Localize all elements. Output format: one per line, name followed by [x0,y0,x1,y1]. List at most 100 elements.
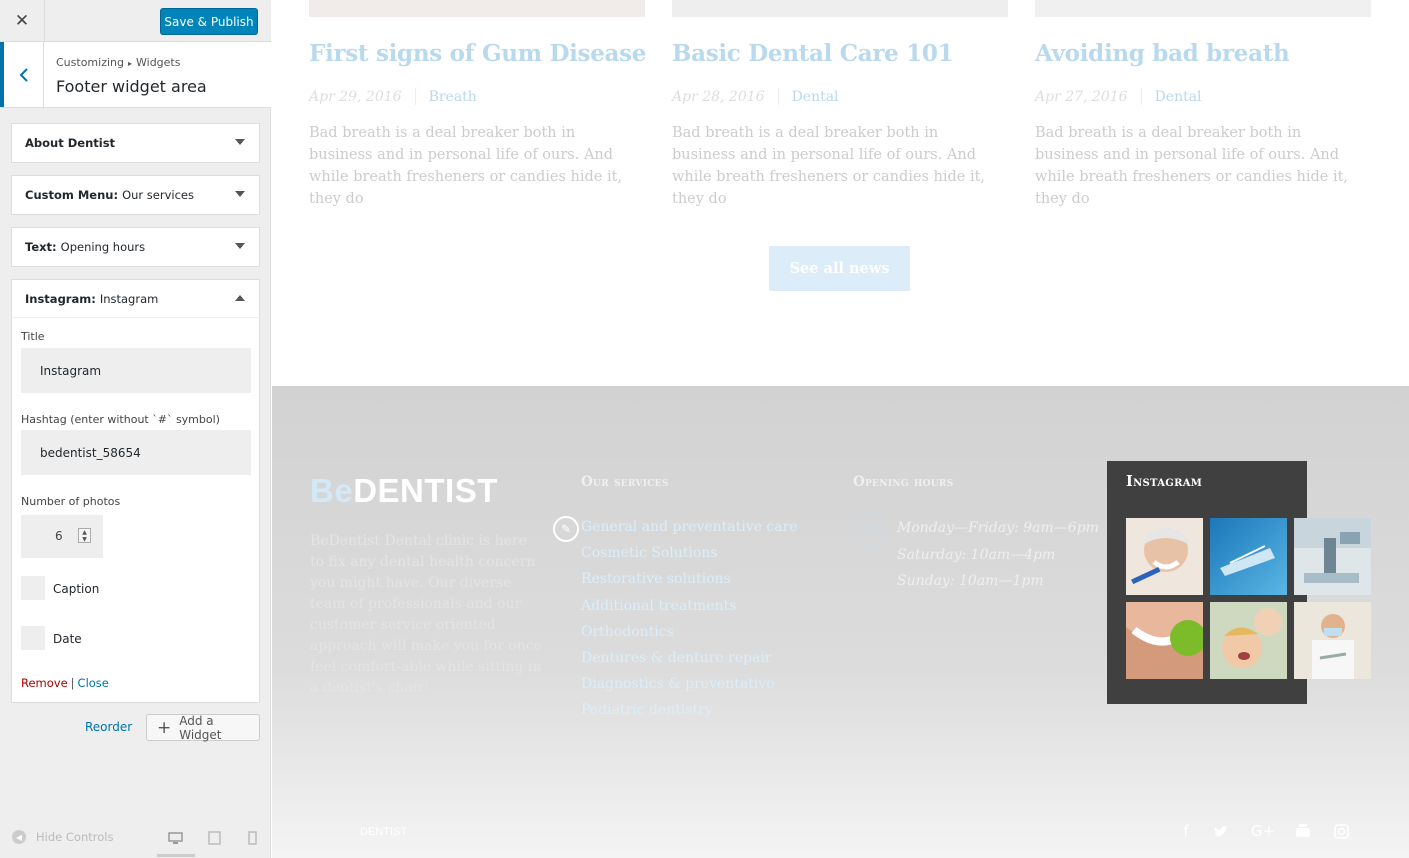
bottom-logo[interactable]: DENTIST [360,826,407,838]
date-label: Date [53,632,82,646]
service-link[interactable]: Restorative solutions [581,566,798,592]
panel-title: Footer widget area [56,77,207,96]
widget-instagram[interactable]: Instagram: Instagram [11,279,260,319]
widget-type: Instagram: [25,292,96,306]
sidebar-header: ✕ Save & Publish [0,0,271,42]
post-category[interactable]: Breath [429,89,477,105]
sidebar-footer: ◀ Hide Controls [0,818,271,858]
facebook-icon[interactable]: f [1177,822,1195,840]
hours-list: Monday—Friday: 9am—6pm Saturday: 10am—4p… [897,515,1099,595]
reorder-link[interactable]: Reorder [85,720,132,734]
clock-icon [853,514,886,547]
widget-text[interactable]: Text: Opening hours [11,227,260,267]
desktop-preview-icon[interactable] [167,830,183,846]
post-meta: Apr 29, 2016 Breath [309,88,477,105]
widget-name: Our services [122,188,194,202]
title-field[interactable]: Instagram [21,348,251,393]
post-meta: Apr 28, 2016 Dental [672,88,839,105]
service-link[interactable]: Orthodontics [581,619,798,645]
widget-type: Text: [25,240,57,254]
back-button[interactable] [0,42,44,107]
twitter-icon[interactable] [1212,822,1230,840]
panel-header: Customizing ▸ Widgets Footer widget area [0,42,271,108]
collapse-icon: ◀ [12,830,26,844]
youtube-icon[interactable] [1294,822,1312,840]
services-list: General and preventative care Cosmetic S… [581,514,798,724]
instagram-widget: Instagram [1107,461,1371,704]
hashtag-field[interactable]: bedentist_58654 [21,430,251,475]
google-plus-icon[interactable]: G+ [1250,822,1276,840]
caret-down-icon[interactable] [235,191,245,197]
breadcrumb-separator: ▸ [127,59,132,68]
breadcrumb-parent: Customizing [56,56,124,69]
chevron-left-icon [19,67,28,82]
caret-down-icon[interactable] [235,243,245,249]
services-heading: Our services [581,474,669,490]
active-device-indicator [157,854,195,857]
caption-checkbox[interactable] [21,576,45,600]
instagram-photo[interactable] [1126,602,1203,679]
plus-icon: + [157,717,172,738]
instagram-photo[interactable] [1126,518,1203,595]
widget-name: Instagram [99,292,159,306]
widget-name: Opening hours [60,240,146,254]
logo-prefix: Be [310,472,354,509]
hide-controls-label: Hide Controls [36,830,114,844]
breadcrumb-current: Widgets [136,56,181,69]
service-link[interactable]: Diagnostics & preventative [581,671,798,697]
service-link[interactable]: Additional treatments [581,593,798,619]
hours-item: Monday—Friday: 9am—6pm [897,520,1099,536]
spinner-icon[interactable]: ▲ ▼ [78,528,91,543]
instagram-widget-form: Title Instagram Hashtag (enter without `… [11,317,260,703]
save-publish-button[interactable]: Save & Publish [160,8,258,35]
close-link[interactable]: Close [78,676,109,690]
remove-link[interactable]: Remove [21,676,68,690]
post-meta: Apr 27, 2016 Dental [1035,88,1202,105]
hide-controls-button[interactable]: ◀ Hide Controls [12,830,113,844]
post-thumbnail[interactable] [672,0,1008,17]
breadcrumb: Customizing ▸ Widgets [56,56,180,69]
service-link[interactable]: General and preventative care [581,514,798,540]
post-title[interactable]: Avoiding bad breath [1035,40,1290,67]
hours-heading: Opening hours [853,474,954,490]
link-separator: | [70,676,75,690]
instagram-icon[interactable] [1332,822,1350,840]
instagram-photo[interactable] [1210,518,1287,595]
hours-item: Saturday: 10am—4pm [897,546,1056,563]
post-thumbnail[interactable] [309,0,645,17]
service-link[interactable]: Cosmetic Solutions [581,540,798,566]
footer-logo[interactable]: BeDENTIST [310,472,498,510]
mobile-preview-icon[interactable] [244,830,260,846]
service-link[interactable]: Dentures & denture repair [581,645,798,671]
widget-custom-menu[interactable]: Custom Menu: Our services [11,175,260,215]
widget-about-dentist[interactable]: About Dentist [11,123,260,163]
service-link[interactable]: Pediatric dentistry [581,697,798,723]
tablet-preview-icon[interactable] [206,830,222,846]
instagram-photo[interactable] [1294,602,1371,679]
post-title[interactable]: Basic Dental Care 101 [672,40,954,67]
post-category[interactable]: Dental [792,89,839,105]
site-preview: First signs of Gum Disease Basic Dental … [272,0,1409,858]
customizer-sidebar: ✕ Save & Publish Customizing ▸ Widgets Foo… [0,0,271,858]
instagram-photo[interactable] [1210,602,1287,679]
edit-pencil-icon[interactable]: ✎ [553,516,579,542]
see-all-news-button[interactable]: See all news [769,246,910,291]
post-date: Apr 27, 2016 [1035,88,1128,105]
post-category[interactable]: Dental [1155,89,1202,105]
post-excerpt: Bad breath is a deal breaker both in bus… [309,125,623,207]
caption-label: Caption [53,582,100,596]
close-icon[interactable]: ✕ [0,0,45,42]
logo-suffix: DENTIST [353,472,498,509]
post-title[interactable]: First signs of Gum Disease [309,40,646,67]
title-label: Title [21,330,45,343]
instagram-photo[interactable] [1294,518,1371,595]
widget-type: Custom Menu: [25,188,119,202]
post-excerpt: Bad breath is a deal breaker both in bus… [672,125,986,207]
date-checkbox[interactable] [21,626,45,650]
caret-up-icon[interactable] [235,295,245,301]
widget-type: About Dentist [25,136,116,150]
caret-down-icon[interactable] [235,139,245,145]
photos-stepper[interactable]: 6 ▲ ▼ [21,515,103,558]
post-thumbnail[interactable] [1035,0,1371,17]
add-widget-button[interactable]: + Add a Widget [146,714,260,742]
